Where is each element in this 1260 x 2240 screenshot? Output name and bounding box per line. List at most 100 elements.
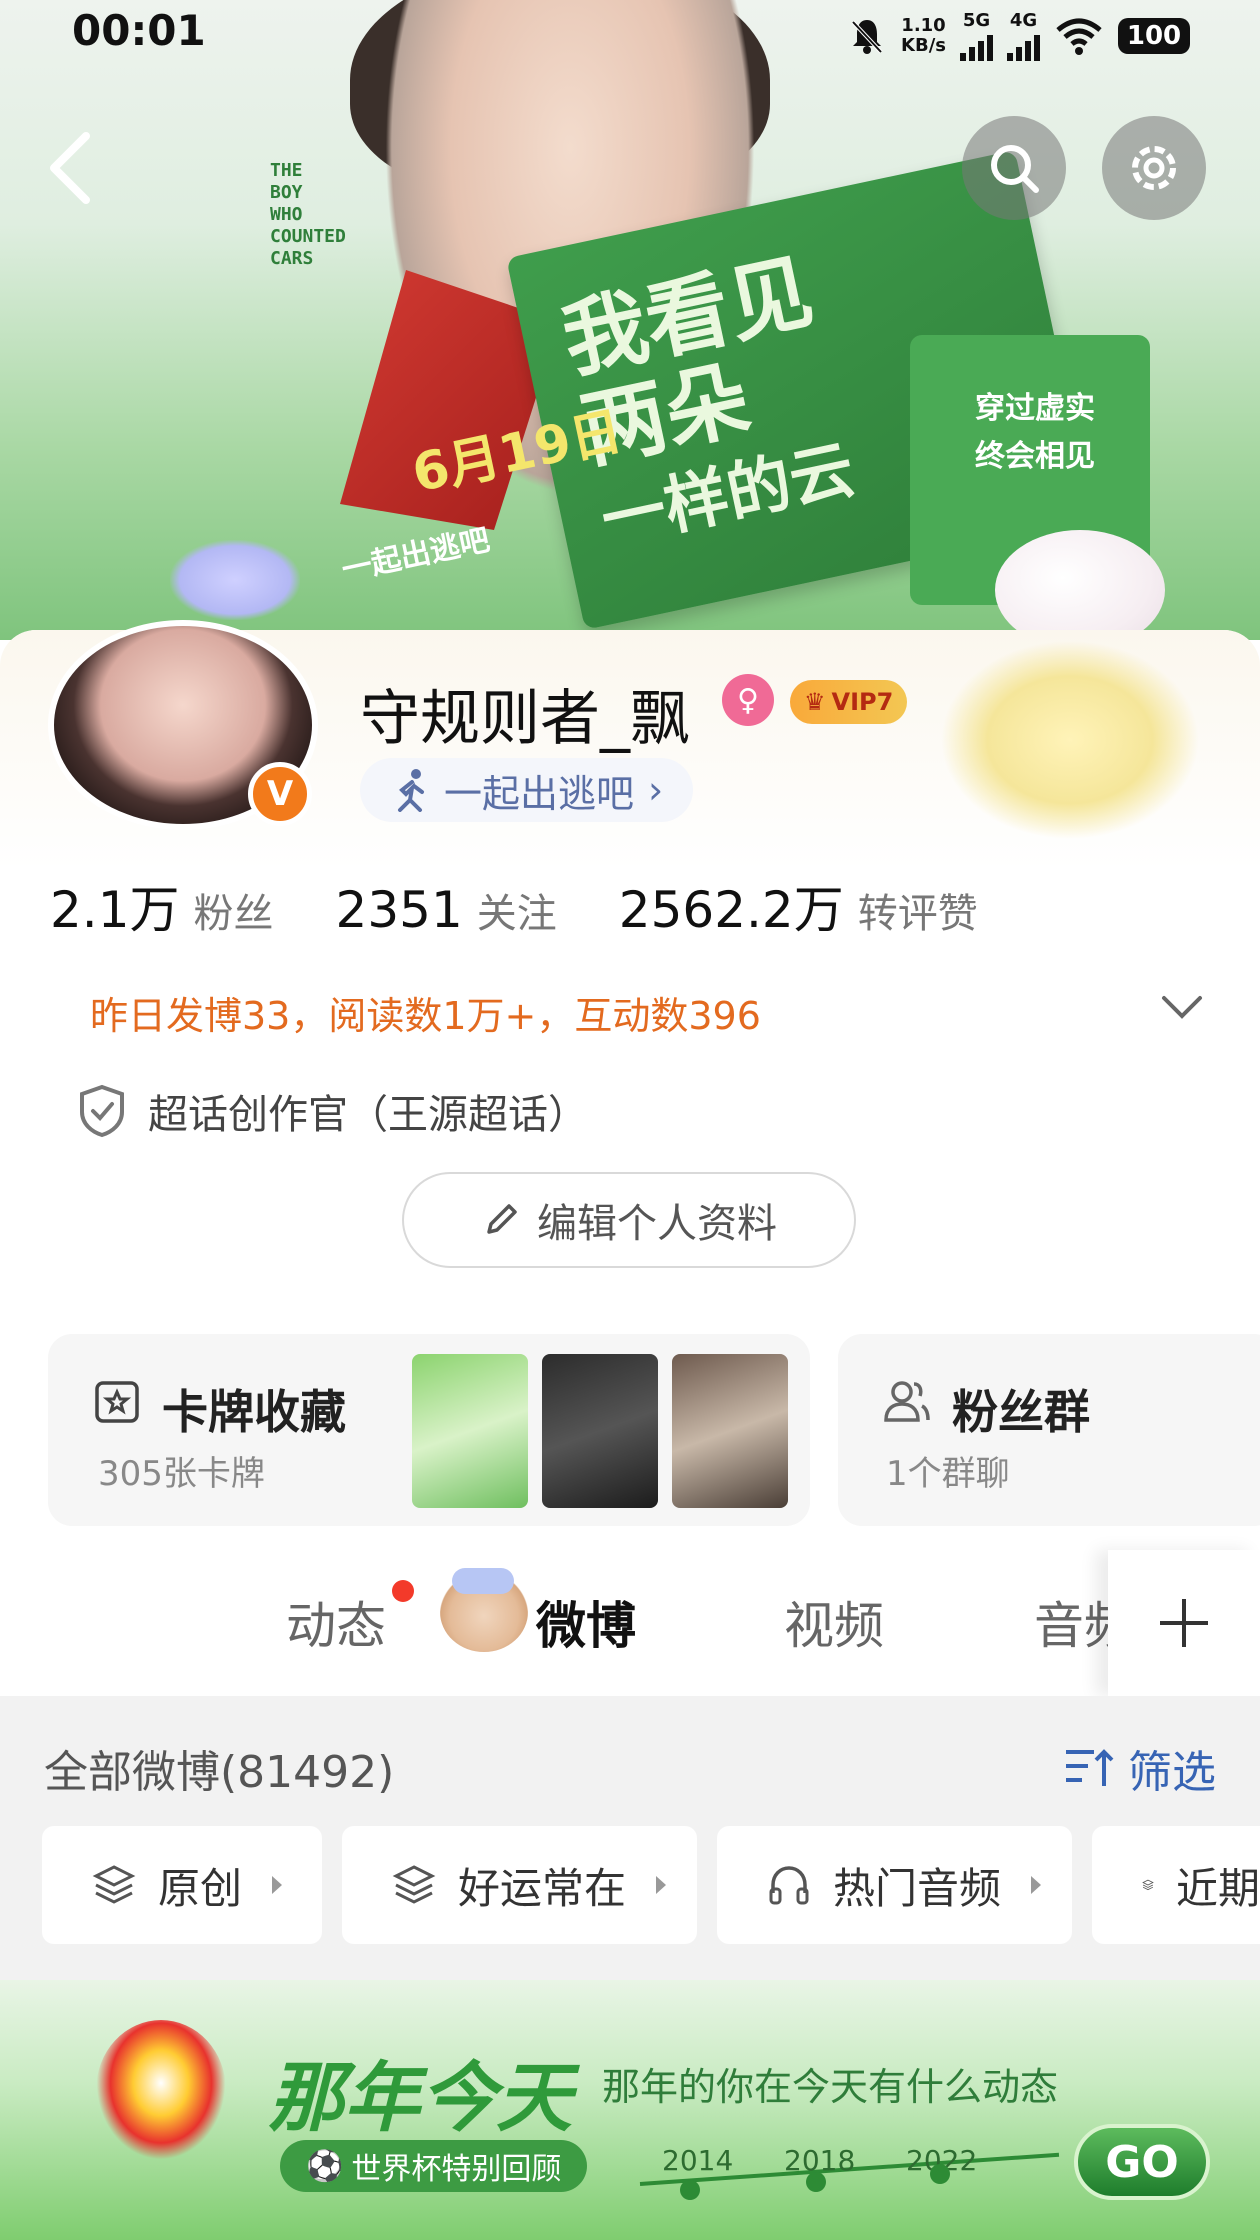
shield-icon (80, 1084, 124, 1138)
banner-english-text: THE BOY WHO COUNTED CARS (270, 160, 346, 269)
filter-chip-label: 热门音频 (833, 1863, 1002, 1913)
edit-profile-label: 编辑个人资料 (537, 1201, 777, 1247)
timeline-year: 2014 (662, 2144, 734, 2177)
filter-chip-label: 原创 (158, 1863, 243, 1913)
yellow-bow-sticker (940, 640, 1200, 840)
status-bar: 00:01 1.10 KB/s 5G 4G 100 (0, 0, 1260, 64)
card-thumbnail[interactable] (542, 1354, 658, 1508)
fans-count[interactable]: 2.1万 (50, 870, 180, 942)
timeline-dot (930, 2164, 950, 2184)
signal-bars-icon (960, 31, 993, 61)
add-tab-button[interactable] (1108, 1550, 1260, 1696)
vip-label: VIP7 (831, 688, 894, 716)
chevron-right-icon: › (648, 768, 664, 812)
headphones-icon (769, 1866, 809, 1905)
filter-chip-good-luck[interactable]: 好运常在 (342, 1826, 697, 1944)
following-count[interactable]: 2351 (336, 881, 463, 939)
interactions-label[interactable]: 转评赞 (858, 881, 978, 939)
gear-icon (1132, 146, 1176, 190)
wifi-icon (1056, 18, 1102, 55)
fan-group-entry[interactable]: 粉丝群 1个群聊 (838, 1334, 1260, 1526)
fox-sticker (995, 530, 1165, 640)
bear-bow-decoration (452, 1568, 514, 1594)
timeline-dot (806, 2172, 826, 2192)
all-weibo-count: 全部微博(81492) (44, 1747, 395, 1798)
edit-profile-button[interactable]: 编辑个人资料 (402, 1172, 856, 1268)
card-collection-entry[interactable]: 卡牌收藏 305张卡牌 (48, 1334, 810, 1526)
chevron-down-icon[interactable] (1160, 990, 1204, 1024)
banner-side-line-2: 终会相见 (975, 439, 1095, 474)
activity-summary[interactable]: 昨日发博33，阅读数1万+，互动数396 (90, 985, 761, 1040)
banner-side-text: 穿过虚实 终会相见 (950, 385, 1120, 481)
verified-badge: V (248, 762, 312, 826)
weibo-mascot-icon (96, 2020, 226, 2160)
chip-arrow-icon (272, 1876, 283, 1894)
profile-stats: 2.1万 粉丝 2351 关注 2562.2万 转评赞 (50, 870, 1040, 942)
sort-filter-icon (1066, 1749, 1114, 1786)
interactions-count[interactable]: 2562.2万 (619, 870, 844, 942)
filter-chip-label: 好运常在 (458, 1863, 627, 1913)
signal-5g-label: 5G (962, 10, 991, 31)
network-speed: 1.10 KB/s (901, 15, 946, 56)
fan-group-title: 粉丝群 (952, 1385, 1090, 1439)
signal-4g-label: 4G (1009, 10, 1038, 31)
fan-group-count: 1个群聊 (886, 1454, 1010, 1494)
status-tag-label: 一起出逃吧 (444, 771, 635, 816)
card-thumbnail[interactable] (412, 1354, 528, 1508)
filter-label: 筛选 (1128, 1747, 1216, 1798)
notification-dot (392, 1580, 414, 1602)
status-icons: 1.10 KB/s 5G 4G 100 (847, 10, 1190, 61)
card-collection-count: 305张卡牌 (98, 1454, 265, 1494)
vip-badge[interactable]: ♛ VIP7 (790, 680, 908, 724)
tab-weibo[interactable]: 微博 (536, 1586, 636, 1658)
layers-icon (392, 1865, 436, 1904)
status-time: 00:01 (72, 6, 206, 55)
username: 守规则者_飘 (360, 684, 690, 754)
running-person-icon (398, 769, 424, 812)
filter-chip-hot-audio[interactable]: 热门音频 (717, 1826, 1072, 1944)
card-star-icon (95, 1381, 139, 1423)
go-button[interactable]: GO (1074, 2124, 1210, 2200)
battery-indicator: 100 (1118, 17, 1190, 54)
tab-video[interactable]: 视频 (784, 1586, 884, 1658)
fans-label[interactable]: 粉丝 (194, 881, 274, 939)
filter-chip-label: 近期 (1175, 1863, 1260, 1913)
promo-subtitle: 那年的你在今天有什么动态 (602, 2065, 1059, 2109)
chip-arrow-icon (656, 1876, 667, 1894)
layers-icon (1142, 1879, 1154, 1891)
super-topic-label: 超话创作官（王源超话） (148, 1092, 588, 1138)
banner-side-line-1: 穿过虚实 (975, 391, 1095, 426)
super-topic-role[interactable]: 超话创作官（王源超话） (78, 1082, 588, 1140)
layers-icon (92, 1865, 136, 1904)
timeline-dot (680, 2180, 700, 2200)
signal-4g: 4G (1007, 10, 1040, 61)
tab-dynamic[interactable]: 动态 (286, 1586, 386, 1658)
promo-tag-label: 世界杯特别回顾 (351, 2152, 562, 2187)
signal-bars-icon (1007, 31, 1040, 61)
chip-arrow-icon (1031, 1876, 1042, 1894)
card-thumbnail[interactable] (672, 1354, 788, 1508)
promo-title: 那年今天 (268, 2053, 572, 2142)
plus-icon (1160, 1599, 1208, 1647)
mute-bell-icon (851, 19, 883, 54)
settings-button[interactable] (1102, 116, 1206, 220)
following-label[interactable]: 关注 (477, 881, 557, 939)
status-tag-chip[interactable]: 一起出逃吧 › (360, 758, 694, 822)
promo-tag: ⚽ 世界杯特别回顾 (280, 2140, 588, 2192)
avatar-bow-decoration (170, 540, 300, 620)
filter-chip-original[interactable]: 原创 (42, 1826, 322, 1944)
signal-5g: 5G (960, 10, 993, 61)
group-icon (884, 1381, 930, 1422)
search-button[interactable] (962, 116, 1066, 220)
female-icon: ♀ (722, 674, 774, 726)
crown-icon: ♛ (804, 688, 826, 716)
search-icon (991, 145, 1039, 193)
back-arrow-icon[interactable] (40, 130, 100, 206)
soccer-ball-icon: ⚽ (306, 2148, 344, 2184)
card-collection-title: 卡牌收藏 (162, 1385, 346, 1439)
filter-button[interactable]: 筛选 (1064, 1736, 1216, 1800)
profile-tabs: 动态 微博 视频 音频 (0, 1550, 1260, 1696)
filter-chip-recent[interactable]: 近期 (1092, 1826, 1260, 1944)
network-speed-unit: KB/s (901, 34, 946, 56)
pencil-icon (487, 1204, 517, 1234)
